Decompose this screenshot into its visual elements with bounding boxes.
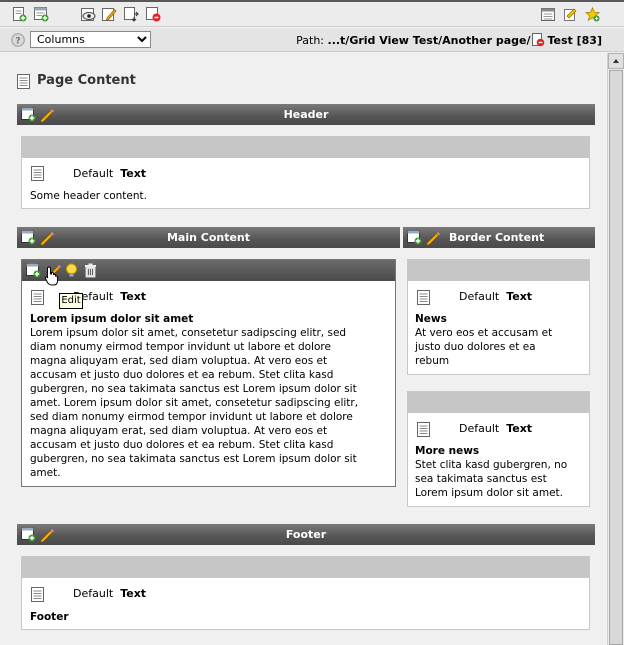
trash-icon[interactable] [83,263,98,278]
scroll-up-button[interactable] [608,53,624,69]
body-line: rebum [415,355,450,367]
element-body: Lorem ipsum dolor sit amet Lorem ipsum d… [30,312,358,480]
content-element-footer[interactable]: Default Text Footer [21,556,590,630]
element-headline: Footer [30,611,69,623]
text-element-icon [31,587,44,602]
text-element-icon [417,422,430,437]
section-label: Footer [285,528,327,541]
text-element-icon [31,166,44,181]
element-body: News At vero eos et accusam et justo duo… [415,312,552,368]
element-type-label: Default Text [459,290,533,303]
top-toolbar [0,0,624,27]
body-line: sea takimata sanctus est [415,473,547,485]
favorite-icon[interactable] [585,7,600,22]
section-label: Border Content [449,231,545,244]
layout-select[interactable]: Columns [30,31,151,48]
section-label: Main Content [166,231,251,244]
vertical-scrollbar[interactable] [607,53,624,645]
body-line: magna aliquyam erat, sed diam voluptua. … [30,425,328,437]
page-title: Test [83] [547,34,602,47]
view-page-icon[interactable] [81,7,96,22]
body-line: amet. Lorem ipsum dolor sit amet, conset… [30,397,359,409]
hand-cursor-icon [44,266,58,286]
element-type-label: Default Text [459,422,533,435]
body-line: gubergren, no sea takimata sanctus est L… [30,383,357,395]
element-header-strip [22,137,589,158]
breadcrumb: Path: ...t/Grid View Test/Another page/T… [296,33,602,47]
section-header-header: Header [17,104,595,125]
body-line: accusam et justo duo dolores et ea rebum… [30,439,334,451]
element-body: Footer [30,610,69,624]
lightbulb-icon[interactable] [64,263,79,278]
toolbar-top-border [0,0,624,2]
edit-pencil-icon[interactable] [425,230,440,245]
move-page-icon[interactable] [124,7,139,22]
body-line: At vero eos et accusam et [415,327,553,339]
list-view-icon[interactable] [541,7,556,22]
new-content-icon[interactable] [34,7,49,22]
new-content-icon[interactable] [407,230,422,245]
section-label: Header [283,108,329,121]
element-type-label: Default Text [73,167,147,180]
new-content-icon[interactable] [26,263,41,278]
scroll-thumb[interactable] [609,70,623,645]
element-headline: More news [415,445,480,457]
help-icon[interactable]: ? [11,33,25,47]
svg-text:?: ? [15,37,20,47]
element-body: More news Stet clita kasd gubergren, no … [415,444,567,500]
text-element-icon [417,290,430,305]
body-line: amet. [30,467,61,479]
element-header-strip [408,260,589,281]
element-headline: Lorem ipsum dolor sit amet [30,313,194,325]
body-line: accusam et justo duo dolores et ea rebum… [30,369,334,381]
body-line: gubergren, no sea takimata sanctus est L… [30,453,357,465]
body-line: Lorem ipsum dolor sit amet. [415,487,563,499]
text-element-icon [31,290,44,305]
element-header-strip [22,557,589,578]
body-line: sed diam nonumy eirmod tempor invidunt u… [30,411,353,423]
edit-page-icon[interactable] [102,7,117,22]
content-element-header[interactable]: Default Text Some header content. [21,136,590,209]
edit-tooltip: Edit [59,293,83,309]
page-icon[interactable] [532,33,545,47]
path-value: ...t/Grid View Test/Another page/ [327,34,531,47]
element-headline: News [415,313,447,325]
path-label: Path: [296,34,325,47]
section-header-footer: Footer [17,524,595,545]
page-info-bar: ? Columns Path: ...t/Grid View Test/Anot… [0,28,624,52]
body-line: magna aliquyam erat, sed diam voluptua. … [30,355,328,367]
element-type-label: Default Text [73,587,147,600]
section-header-border: Border Content [403,227,595,248]
clipboard-icon[interactable] [563,7,578,22]
delete-page-icon[interactable] [146,7,161,22]
page-content-icon [17,74,30,89]
content-element-border-1[interactable]: Default Text News At vero eos et accusam… [407,259,590,375]
content-element-border-2[interactable]: Default Text More news Stet clita kasd g… [407,391,590,507]
element-body: Some header content. [30,190,147,202]
body-line: Stet clita kasd gubergren, no [415,459,568,471]
body-line: diam nonumy eirmod tempor invidunt ut la… [30,341,331,353]
body-line: justo duo dolores et ea [415,341,536,353]
page-title-heading: Page Content [37,73,136,88]
new-page-icon[interactable] [12,7,27,22]
element-type-label: Default Text [73,290,147,303]
element-header-strip [408,392,589,413]
section-header-main: Main Content [17,227,400,248]
body-line: Lorem ipsum dolor sit amet, consetetur s… [30,327,347,339]
